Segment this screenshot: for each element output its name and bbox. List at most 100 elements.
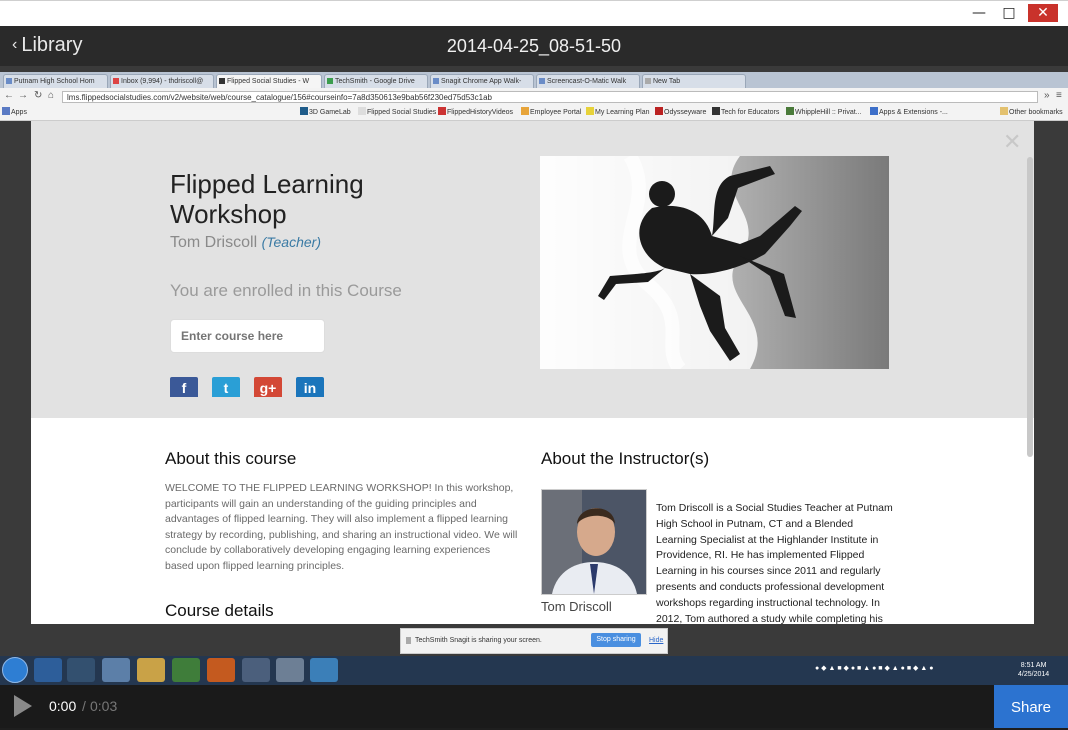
enrollment-status: You are enrolled in this Course [170, 281, 402, 300]
forward-arrow-icon[interactable]: → [18, 90, 28, 101]
course-details-heading: Course details [165, 601, 274, 620]
drag-handle-icon[interactable] [406, 637, 411, 644]
apps-grid-icon[interactable] [102, 658, 130, 682]
bookmark-label: Tech for Educators [721, 109, 780, 116]
bookmark-item[interactable]: FlippedHistoryVideos [438, 106, 513, 120]
hide-link[interactable]: Hide [649, 637, 663, 644]
bookmark-item[interactable]: Odysseyware [655, 106, 706, 120]
minimize-button[interactable]: — [966, 4, 992, 22]
facebook-share-button[interactable]: f [170, 377, 198, 397]
stop-sharing-button[interactable]: Stop sharing [591, 633, 641, 647]
back-arrow-icon[interactable]: ← [4, 90, 14, 101]
bookmark-icon [786, 107, 794, 115]
paint-icon[interactable] [276, 658, 304, 682]
about-course-heading: About this course [165, 449, 297, 468]
bookmark-item[interactable]: Flipped Social Studies [358, 106, 436, 120]
system-clock[interactable]: 8:51 AM 4/25/2014 [1018, 661, 1049, 679]
modal-scrollbar[interactable] [1027, 157, 1033, 457]
browser-tab-active[interactable]: Flipped Social Studies - W [216, 74, 322, 88]
about-course-text: WELCOME TO THE FLIPPED LEARNING WORKSHOP… [165, 482, 518, 572]
browser-tab[interactable]: Putnam High School Hom [3, 74, 108, 88]
twitter-icon: t [223, 380, 229, 396]
course-code-input[interactable] [170, 319, 325, 353]
snagit-icon[interactable] [310, 658, 338, 682]
system-tray-icons[interactable]: ● ◆ ▲ ■ ◆ ● ■ ▲ ● ■ ◆ ▲ ● ■ ◆ ▲ ● [815, 664, 933, 672]
instructor-role: (Teacher) [261, 234, 321, 250]
file-explorer-icon[interactable] [137, 658, 165, 682]
bookmark-item[interactable]: 3D GameLab [300, 106, 351, 120]
instructor-bio: Tom Driscoll is a Social Studies Teacher… [656, 502, 893, 624]
share-button[interactable]: Share [994, 685, 1068, 728]
bookmark-item[interactable]: Tech for Educators [712, 106, 779, 120]
instructor-photo-caption: Tom Driscoll [541, 599, 612, 614]
internet-explorer-icon[interactable] [34, 658, 62, 682]
favicon-icon [539, 78, 545, 84]
address-bar[interactable]: lms.flippedsocialstudies.com/v2/website/… [62, 91, 1038, 103]
linkedin-share-button[interactable]: in [296, 377, 324, 397]
bookmark-item[interactable]: Employee Portal [521, 106, 581, 120]
bookmark-label: Apps & Extensions -... [879, 109, 948, 116]
tab-label: Inbox (9,994) - thdriscoll@ [121, 78, 204, 85]
play-icon[interactable] [14, 695, 32, 717]
current-time: 0:00 [49, 698, 77, 714]
bookmark-icon [870, 107, 878, 115]
home-icon[interactable]: ⌂ [48, 90, 54, 101]
bookmark-label: Other bookmarks [1009, 109, 1063, 116]
chrome-icon[interactable] [172, 658, 200, 682]
bookmark-item[interactable]: Apps & Extensions -... [870, 106, 948, 120]
start-button-icon[interactable] [2, 657, 28, 683]
gmail-icon [113, 78, 119, 84]
tab-label: Screencast-O-Matic Walk [547, 78, 627, 85]
folder-icon [1000, 107, 1008, 115]
player-controls: 0:00 / 0:03 Share [0, 685, 1068, 728]
maximize-button[interactable]: □ [996, 4, 1022, 22]
media-player-icon[interactable] [67, 658, 95, 682]
extensions-icon[interactable]: » [1044, 90, 1050, 101]
library-back-button[interactable]: ‹ Library [12, 34, 82, 57]
recorded-screen: Putnam High School Hom Inbox (9,994) - t… [0, 66, 1068, 685]
bookmark-apps[interactable]: Apps [2, 106, 27, 120]
course-hero-image [540, 156, 889, 369]
youtube-icon [438, 107, 446, 115]
favicon-icon [645, 78, 651, 84]
bookmark-label: WhippleHill :: Privat... [795, 109, 862, 116]
duration: 0:03 [90, 698, 118, 714]
apps-icon [2, 107, 10, 115]
os-taskbar: ● ◆ ▲ ■ ◆ ● ■ ▲ ● ■ ◆ ▲ ● ■ ◆ ▲ ● 8:51 A… [0, 656, 1068, 685]
google-plus-share-button[interactable]: g+ [254, 377, 282, 397]
browser-tab[interactable]: Screencast-O-Matic Walk [536, 74, 640, 88]
bookmark-icon [655, 107, 663, 115]
bookmark-item[interactable]: WhippleHill :: Privat... [786, 106, 862, 120]
bookmark-icon [712, 107, 720, 115]
reload-icon[interactable]: ↻ [34, 90, 42, 101]
instructor-name: Tom Driscoll [170, 234, 258, 251]
facebook-icon: f [181, 380, 187, 396]
close-window-button[interactable]: ✕ [1028, 4, 1058, 22]
chevron-left-icon: ‹ [12, 36, 18, 53]
browser-tab[interactable]: TechSmith - Google Drive [324, 74, 428, 88]
browser-tab[interactable]: Inbox (9,994) - thdriscoll@ [110, 74, 214, 88]
about-instructor-heading: About the Instructor(s) [541, 449, 710, 468]
instructor-photo [541, 489, 647, 595]
app-icon[interactable] [242, 658, 270, 682]
menu-icon[interactable]: ≡ [1056, 90, 1062, 101]
drive-icon [327, 78, 333, 84]
tab-label: Snagit Chrome App Walk- [441, 78, 522, 85]
course-title: Flipped Learning Workshop [170, 169, 364, 229]
course-modal: ✕ Flipped Learning Workshop Tom Driscoll… [31, 121, 1034, 624]
browser-tab[interactable]: New Tab [642, 74, 746, 88]
bookmark-label: Odysseyware [664, 109, 707, 116]
bookmark-other[interactable]: Other bookmarks [1000, 106, 1063, 120]
tab-label: New Tab [653, 78, 681, 85]
modal-close-icon[interactable]: ✕ [1003, 129, 1021, 155]
bookmark-label: Apps [11, 109, 27, 116]
favicon-icon [6, 78, 12, 84]
bookmark-item[interactable]: My Learning Plan [586, 106, 649, 120]
browser-tab-strip: Putnam High School Hom Inbox (9,994) - t… [0, 72, 1068, 88]
firefox-icon[interactable] [207, 658, 235, 682]
twitter-share-button[interactable]: t [212, 377, 240, 397]
bookmark-label: My Learning Plan [595, 109, 650, 116]
favicon-icon [219, 78, 225, 84]
page-icon [358, 107, 366, 115]
browser-tab[interactable]: Snagit Chrome App Walk- [430, 74, 534, 88]
